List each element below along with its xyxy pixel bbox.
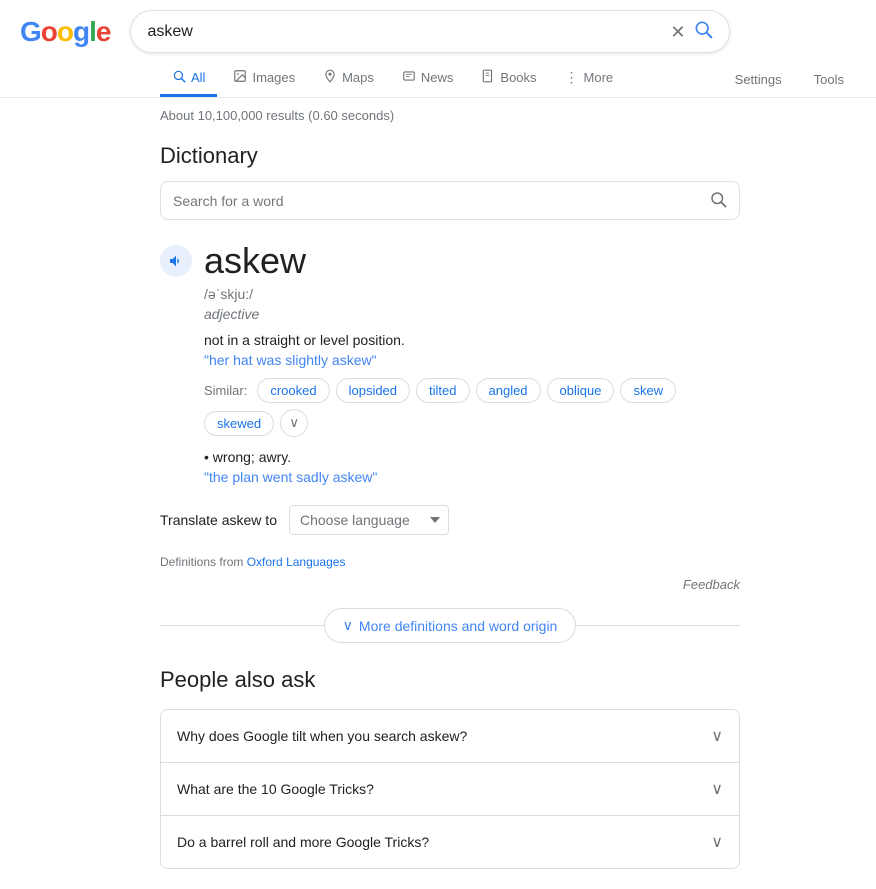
- similar-tag-skew[interactable]: skew: [620, 378, 676, 403]
- dict-search-icon: [709, 190, 727, 211]
- tab-images[interactable]: Images: [221, 61, 307, 97]
- books-icon: [481, 69, 495, 86]
- tab-maps-label: Maps: [342, 70, 374, 85]
- paa-item-1[interactable]: What are the 10 Google Tricks? ∨: [161, 763, 739, 816]
- more-definitions-wrap: ∨ More definitions and word origin: [160, 608, 740, 643]
- feedback-link[interactable]: Feedback: [683, 577, 740, 592]
- translate-row: Translate askew to Choose language: [160, 505, 740, 535]
- paa-question-2: Do a barrel roll and more Google Tricks?: [177, 834, 429, 850]
- pronunciation: /əˈskju:/: [204, 286, 740, 302]
- feedback-row: Feedback: [160, 577, 740, 592]
- similar-label: Similar:: [204, 383, 247, 398]
- logo-letter-o1: o: [41, 16, 57, 47]
- similar-tag-skewed[interactable]: skewed: [204, 411, 274, 436]
- nav-right: Settings Tools: [723, 64, 856, 95]
- news-icon: [402, 69, 416, 86]
- tab-all[interactable]: All: [160, 61, 217, 97]
- paa-question-1: What are the 10 Google Tricks?: [177, 781, 374, 797]
- logo-letter-g2: g: [73, 16, 89, 47]
- tab-news-label: News: [421, 70, 454, 85]
- images-icon: [233, 69, 247, 86]
- tools-button[interactable]: Tools: [802, 64, 856, 95]
- word-type: adjective: [204, 306, 740, 322]
- similar-tag-angled[interactable]: angled: [476, 378, 541, 403]
- similar-row: Similar: crooked lopsided tilted angled …: [204, 378, 740, 437]
- search-icon: [172, 69, 186, 86]
- tab-more[interactable]: ⋮ More: [553, 61, 626, 97]
- paa-group: Why does Google tilt when you search ask…: [160, 709, 740, 869]
- header: Google ✕: [0, 0, 876, 53]
- audio-button[interactable]: [160, 245, 192, 277]
- paa-item-0[interactable]: Why does Google tilt when you search ask…: [161, 710, 739, 763]
- paa-item-2[interactable]: Do a barrel roll and more Google Tricks?…: [161, 816, 739, 868]
- word-entry: askew /əˈskju:/ adjective not in a strai…: [160, 240, 740, 485]
- maps-icon: [323, 69, 337, 86]
- similar-tag-crooked[interactable]: crooked: [257, 378, 329, 403]
- chevron-down-icon-2: ∨: [711, 832, 723, 852]
- tab-more-label: More: [584, 70, 614, 85]
- dict-search-input[interactable]: [173, 193, 709, 209]
- expand-similar-button[interactable]: ∨: [280, 409, 308, 437]
- definition-example-2: "the plan went sadly askew": [204, 469, 740, 485]
- results-count: About 10,100,000 results (0.60 seconds): [160, 108, 740, 123]
- definitions-from: Definitions from Oxford Languages: [160, 555, 740, 569]
- definition-block-1: not in a straight or level position. "he…: [204, 332, 740, 485]
- more-defs-right-line: [576, 625, 740, 626]
- chevron-down-icon-0: ∨: [711, 726, 723, 746]
- search-bar: ✕: [130, 10, 730, 53]
- dict-search-bar: [160, 181, 740, 220]
- definition-text-1: not in a straight or level position.: [204, 332, 740, 348]
- paa-title: People also ask: [160, 667, 740, 693]
- main-content: About 10,100,000 results (0.60 seconds) …: [0, 98, 760, 889]
- tab-books-label: Books: [500, 70, 536, 85]
- search-input[interactable]: [147, 23, 662, 41]
- more-defs-label: More definitions and word origin: [359, 618, 557, 634]
- tab-images-label: Images: [252, 70, 295, 85]
- settings-button[interactable]: Settings: [723, 64, 794, 95]
- search-button[interactable]: [693, 19, 713, 44]
- similar-tag-tilted[interactable]: tilted: [416, 378, 469, 403]
- translate-select[interactable]: Choose language: [289, 505, 449, 535]
- word-header: askew: [160, 240, 740, 282]
- word-title: askew: [204, 240, 306, 282]
- chevron-down-icon: ∨: [343, 617, 353, 634]
- logo-letter-g: G: [20, 16, 41, 47]
- chevron-down-icon-1: ∨: [711, 779, 723, 799]
- logo-letter-l: l: [89, 16, 96, 47]
- more-defs-left-line: [160, 625, 324, 626]
- tab-all-label: All: [191, 70, 205, 85]
- search-bar-wrapper: ✕: [130, 10, 730, 53]
- definition-text-2: • wrong; awry.: [204, 449, 740, 465]
- tab-maps[interactable]: Maps: [311, 61, 386, 97]
- oxford-languages-link[interactable]: Oxford Languages: [247, 555, 346, 569]
- clear-button[interactable]: ✕: [670, 23, 685, 41]
- nav-tabs: All Images Maps News Books ⋮ More Settin…: [0, 53, 876, 98]
- tab-news[interactable]: News: [390, 61, 466, 97]
- translate-label: Translate askew to: [160, 512, 277, 528]
- logo-letter-e: e: [96, 16, 111, 47]
- paa-question-0: Why does Google tilt when you search ask…: [177, 728, 467, 744]
- definition-example-1: "her hat was slightly askew": [204, 352, 740, 368]
- more-icon: ⋮: [565, 69, 579, 86]
- similar-tag-lopsided[interactable]: lopsided: [336, 378, 410, 403]
- people-also-ask-section: People also ask Why does Google tilt whe…: [160, 667, 740, 869]
- dictionary-section: Dictionary askew /əˈskju:/ adjective not…: [160, 143, 740, 643]
- similar-tag-oblique[interactable]: oblique: [547, 378, 615, 403]
- more-definitions-button[interactable]: ∨ More definitions and word origin: [324, 608, 577, 643]
- tab-books[interactable]: Books: [469, 61, 548, 97]
- dictionary-title: Dictionary: [160, 143, 740, 169]
- google-logo[interactable]: Google: [20, 16, 110, 48]
- logo-letter-o2: o: [57, 16, 73, 47]
